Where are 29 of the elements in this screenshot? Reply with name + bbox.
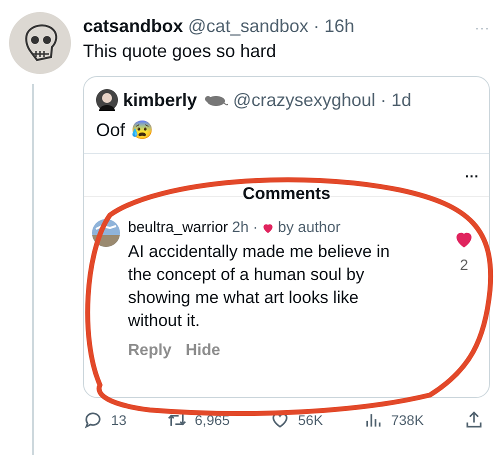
by-author-label: by author [278,219,340,236]
quote-text: Oof [96,120,126,140]
like-count: 2 [460,257,468,274]
skull-avatar[interactable] [9,12,71,74]
quote-time: · 1d [380,90,412,110]
heart-icon [262,222,274,234]
post-text: This quote goes so hard [83,41,278,62]
author-name[interactable]: catsandbox [83,16,184,37]
comment-text: AI accidentally made me believe in the concept of a human soul by showing me what art looks like without it. [128,241,391,332]
quote-author-name: kimberly [123,90,198,110]
post-stat[interactable]: 13 [83,410,127,430]
comments-more-icon: ··· [465,168,479,184]
user-avatar [96,89,118,111]
comment-action: Hide [186,342,220,360]
post-stat[interactable]: 6,965 [166,410,230,430]
quote-card[interactable] [83,76,490,398]
quote-author-handle: @crazysexyghoul [233,90,376,110]
post-stat[interactable]: 56K [270,410,323,430]
share-icon [464,410,484,430]
post-time: · 16h [313,16,354,37]
post-stat[interactable] [464,410,484,430]
commenter-name: beultra_warrior [128,219,228,236]
author-handle[interactable]: @cat_sandbox [188,16,308,37]
post-stat[interactable]: 738K [363,410,424,430]
comments-title: Comments [242,185,330,202]
speech-bubble-icon [83,410,103,430]
comment-time: 2h · [232,219,258,236]
comment-action: Reply [128,342,172,360]
emoji: 😰 [131,119,154,141]
